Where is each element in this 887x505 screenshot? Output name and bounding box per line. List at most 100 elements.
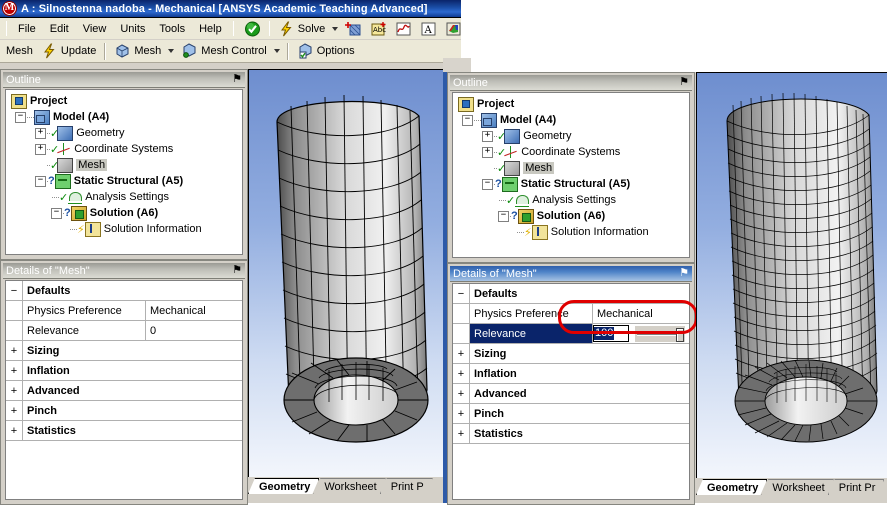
- details-grid-left[interactable]: − Defaults Physics Preference Mechanical…: [5, 280, 243, 500]
- viewport-left[interactable]: [248, 69, 456, 478]
- viewport-right[interactable]: [696, 72, 887, 479]
- tree-label-analysis-settings: Analysis Settings: [532, 194, 616, 206]
- expander-model[interactable]: −: [15, 111, 26, 123]
- expander-sizing-left[interactable]: +: [6, 341, 23, 360]
- expander-solution[interactable]: −: [51, 207, 62, 219]
- tree-item-coordinate-systems[interactable]: + ·· ✓ Coordinate Systems: [458, 144, 689, 160]
- details-category-row[interactable]: + Sizing: [453, 344, 689, 364]
- relevance-row-editing[interactable]: Relevance 100: [453, 324, 689, 344]
- relevance-value[interactable]: 0: [146, 321, 242, 340]
- physics-preference-value[interactable]: Mechanical: [146, 301, 242, 320]
- details-category-row[interactable]: + Inflation: [453, 364, 689, 384]
- tree-item-mesh[interactable]: ·· ✓ Mesh: [11, 157, 242, 173]
- text-button[interactable]: A: [416, 20, 441, 38]
- tree-item-solution-information[interactable]: ···· ⚡ Solution Information: [458, 224, 689, 240]
- tree-guide: ····: [498, 195, 507, 205]
- tab-print-preview-left[interactable]: Print P: [380, 478, 433, 494]
- pin-icon-right-outline[interactable]: ⚑: [679, 77, 689, 88]
- details-category-row[interactable]: + Advanced: [453, 384, 689, 404]
- relevance-slider[interactable]: [635, 325, 685, 342]
- expander-inflation-left[interactable]: +: [6, 361, 23, 380]
- expander-defaults-left[interactable]: −: [6, 281, 23, 300]
- details-category-row[interactable]: + Inflation: [6, 361, 242, 381]
- chart-button[interactable]: [391, 20, 416, 38]
- menu-file[interactable]: File: [11, 21, 43, 37]
- expander-solution[interactable]: −: [498, 210, 509, 222]
- expander-inflation-right[interactable]: +: [453, 364, 470, 383]
- pin-icon-left-details[interactable]: ⚑: [232, 265, 242, 276]
- details-category-row[interactable]: + Pinch: [6, 401, 242, 421]
- expander-coordinate-systems[interactable]: +: [35, 143, 46, 155]
- tree-item-project[interactable]: Project: [458, 96, 689, 112]
- relevance-slider-thumb[interactable]: [676, 327, 684, 342]
- menu-edit[interactable]: Edit: [43, 21, 76, 37]
- expander-pinch-left[interactable]: +: [6, 401, 23, 420]
- expander-static-structural[interactable]: −: [482, 178, 493, 190]
- mesh-button[interactable]: Mesh: [110, 42, 165, 60]
- expander-advanced-right[interactable]: +: [453, 384, 470, 403]
- physics-preference-value[interactable]: Mechanical: [593, 304, 689, 323]
- tree-item-static-structural[interactable]: − · ? Static Structural (A5): [11, 173, 242, 189]
- details-category-row[interactable]: + Advanced: [6, 381, 242, 401]
- details-property-row[interactable]: Physics Preference Mechanical: [453, 304, 689, 324]
- tree-item-static-structural[interactable]: − · ? Static Structural (A5): [458, 176, 689, 192]
- menu-tools[interactable]: Tools: [152, 21, 192, 37]
- mesh-dropdown-chevron-down-icon[interactable]: [168, 49, 175, 53]
- expander-geometry[interactable]: +: [482, 130, 493, 142]
- options-button[interactable]: Options: [293, 42, 359, 60]
- tree-item-geometry[interactable]: + ·· ✓ Geometry: [11, 125, 242, 141]
- tree-item-solution-information[interactable]: ···· ⚡ Solution Information: [11, 221, 242, 237]
- tab-geometry-left[interactable]: Geometry: [248, 478, 319, 494]
- new-section-plane-button[interactable]: [341, 20, 366, 38]
- expander-static-structural[interactable]: −: [35, 175, 46, 187]
- relevance-input[interactable]: 100: [593, 325, 629, 342]
- pin-icon-left-outline[interactable]: ⚑: [232, 74, 242, 85]
- expander-defaults-right[interactable]: −: [453, 284, 470, 303]
- tab-print-preview-right[interactable]: Print Pr: [828, 479, 885, 495]
- tree-item-geometry[interactable]: + ·· ✓ Geometry: [458, 128, 689, 144]
- menu-units[interactable]: Units: [113, 21, 152, 37]
- update-button[interactable]: Update: [37, 42, 100, 60]
- expander-sizing-right[interactable]: +: [453, 344, 470, 363]
- tree-item-model[interactable]: − ···· Model (A4): [11, 109, 242, 125]
- expander-pinch-right[interactable]: +: [453, 404, 470, 423]
- details-property-row[interactable]: Physics Preference Mechanical: [6, 301, 242, 321]
- tree-item-solution[interactable]: − · ? Solution (A6): [11, 205, 242, 221]
- tab-worksheet-right[interactable]: Worksheet: [761, 479, 833, 495]
- tree-item-coordinate-systems[interactable]: + ·· ✓ Coordinate Systems: [11, 141, 242, 157]
- tree-item-solution[interactable]: − · ? Solution (A6): [458, 208, 689, 224]
- tree-item-analysis-settings[interactable]: ···· ✓ Analysis Settings: [458, 192, 689, 208]
- details-grid-right[interactable]: − Defaults Physics Preference Mechanical…: [452, 283, 690, 500]
- details-property-row[interactable]: Relevance 0: [6, 321, 242, 341]
- menu-view[interactable]: View: [76, 21, 114, 37]
- green-check-button[interactable]: [240, 20, 265, 38]
- tree-item-project[interactable]: Project: [11, 93, 242, 109]
- solve-button[interactable]: Solve: [274, 20, 330, 38]
- solve-dropdown-chevron-down-icon[interactable]: [332, 26, 339, 31]
- expander-geometry[interactable]: +: [35, 127, 46, 139]
- expander-coordinate-systems[interactable]: +: [482, 146, 493, 158]
- details-category-row[interactable]: − Defaults: [6, 281, 242, 301]
- details-category-row[interactable]: + Sizing: [6, 341, 242, 361]
- outline-tree-right[interactable]: Project − ···· Model (A4) + ·· ✓ Geometr…: [452, 92, 690, 258]
- expander-advanced-left[interactable]: +: [6, 381, 23, 400]
- tree-item-model[interactable]: − ···· Model (A4): [458, 112, 689, 128]
- tree-item-analysis-settings[interactable]: ···· ✓ Analysis Settings: [11, 189, 242, 205]
- mesh-control-button[interactable]: Mesh Control: [177, 42, 270, 60]
- expander-model[interactable]: −: [462, 114, 473, 126]
- tab-worksheet-left[interactable]: Worksheet: [313, 478, 385, 494]
- expander-statistics-left[interactable]: +: [6, 421, 23, 440]
- annotation-button[interactable]: Abc: [366, 20, 391, 38]
- tab-geometry-right[interactable]: Geometry: [696, 479, 767, 495]
- expander-statistics-right[interactable]: +: [453, 424, 470, 443]
- menu-help[interactable]: Help: [192, 21, 229, 37]
- mesh-control-chevron-down-icon[interactable]: [273, 49, 280, 53]
- pin-icon-right-details[interactable]: ⚑: [679, 268, 689, 279]
- tree-item-mesh[interactable]: ·· ✓ Mesh: [458, 160, 689, 176]
- outline-tree-left[interactable]: Project − ···· Model (A4) + ·· ✓ Geometr…: [5, 89, 243, 255]
- details-category-row[interactable]: + Pinch: [453, 404, 689, 424]
- relevance-editor[interactable]: 100: [593, 324, 689, 343]
- details-category-row[interactable]: − Defaults: [453, 284, 689, 304]
- details-category-row[interactable]: + Statistics: [453, 424, 689, 444]
- details-category-row[interactable]: + Statistics: [6, 421, 242, 441]
